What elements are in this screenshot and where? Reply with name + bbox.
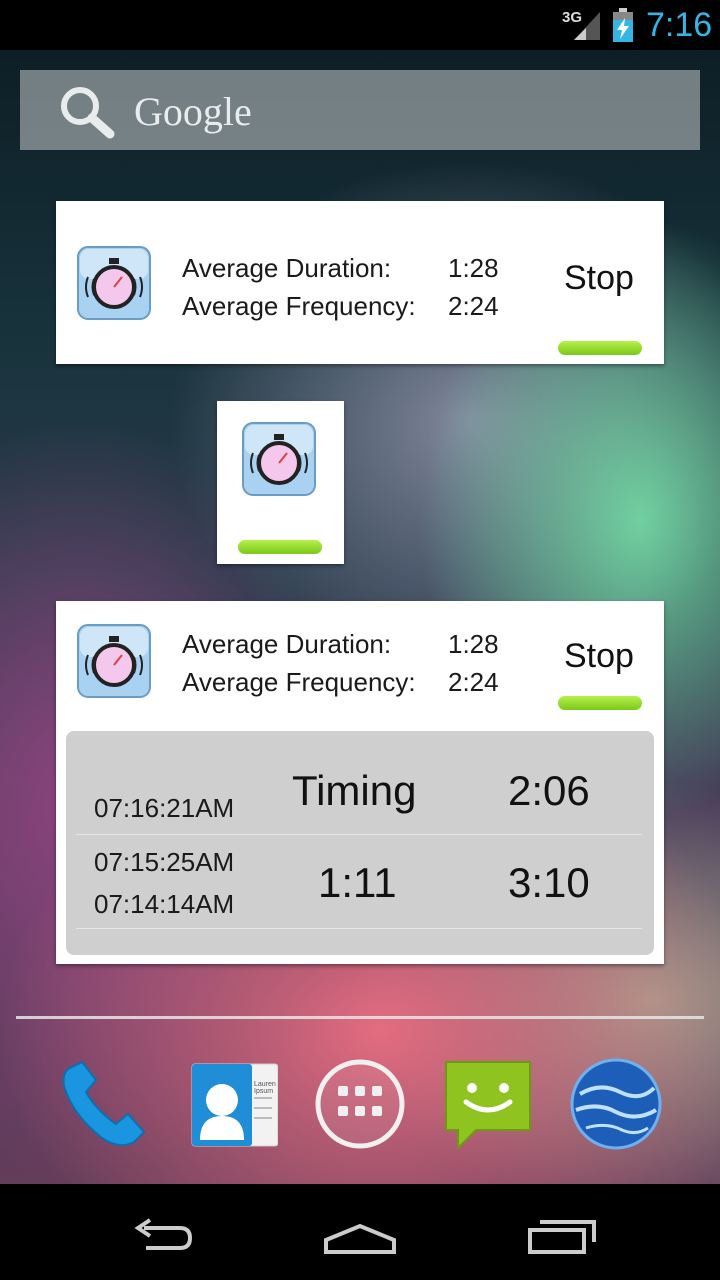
- search-icon: [61, 87, 115, 139]
- average-frequency-value: 2:24: [448, 667, 499, 697]
- contraction-widget-expanded[interactable]: Average Duration: 1:28 Average Frequency…: [56, 601, 664, 964]
- average-frequency-label: Average Frequency:: [182, 667, 416, 697]
- contacts-icon[interactable]: Lauren Ipsum: [186, 1058, 279, 1150]
- log-frequency: 3:10: [508, 859, 590, 906]
- stopwatch-icon[interactable]: [76, 245, 152, 323]
- home-icon[interactable]: [320, 1202, 400, 1262]
- app-drawer-icon[interactable]: [314, 1058, 406, 1150]
- status-indicator-bar: [238, 540, 322, 554]
- log-divider: [76, 928, 642, 929]
- contacts-card-text: Lauren: [254, 1081, 276, 1088]
- phone-icon[interactable]: [56, 1058, 148, 1150]
- average-duration-label: Average Duration:: [182, 629, 392, 659]
- back-icon[interactable]: [120, 1202, 200, 1262]
- stop-button[interactable]: Stop: [564, 637, 634, 676]
- stop-button[interactable]: Stop: [564, 259, 634, 298]
- log-frequency: 2:06: [508, 767, 590, 814]
- log-duration: 1:11: [318, 859, 397, 906]
- average-frequency-value: 2:24: [448, 291, 499, 321]
- contraction-widget-large[interactable]: Average Duration: 1:28 Average Frequency…: [56, 201, 664, 364]
- average-duration-value: 1:28: [448, 253, 499, 283]
- average-frequency-label: Average Frequency:: [182, 291, 416, 321]
- contacts-card-text: Ipsum: [254, 1088, 273, 1095]
- status-bar: 3G 7:16: [0, 0, 720, 50]
- status-indicator-bar: [558, 696, 642, 710]
- log-time: 07:16:21AM: [94, 793, 235, 823]
- log-time: 07:14:14AM: [94, 889, 235, 919]
- log-duration: Timing: [292, 767, 417, 814]
- stopwatch-icon[interactable]: [76, 623, 152, 701]
- log-divider: [76, 834, 642, 835]
- dock-divider: [16, 1016, 704, 1019]
- contraction-log[interactable]: 07:16:21AM Timing 2:06 07:15:25AM 07:14:…: [66, 731, 654, 955]
- stopwatch-icon[interactable]: [241, 421, 317, 499]
- log-time: 07:15:25AM: [94, 847, 235, 877]
- navigation-bar: [0, 1184, 720, 1280]
- browser-icon[interactable]: [570, 1058, 662, 1150]
- status-indicator-bar: [558, 341, 642, 355]
- status-clock: 7:16: [646, 6, 713, 44]
- battery-charging-icon: [613, 8, 633, 42]
- contraction-widget-small[interactable]: [217, 401, 344, 564]
- messaging-icon[interactable]: [442, 1058, 534, 1151]
- recent-apps-icon[interactable]: [522, 1202, 602, 1262]
- google-logo-text: Google: [134, 89, 252, 134]
- average-duration-value: 1:28: [448, 629, 499, 659]
- average-duration-label: Average Duration:: [182, 253, 392, 283]
- signal-icon: [574, 12, 600, 40]
- google-search-bar[interactable]: Google: [20, 70, 700, 150]
